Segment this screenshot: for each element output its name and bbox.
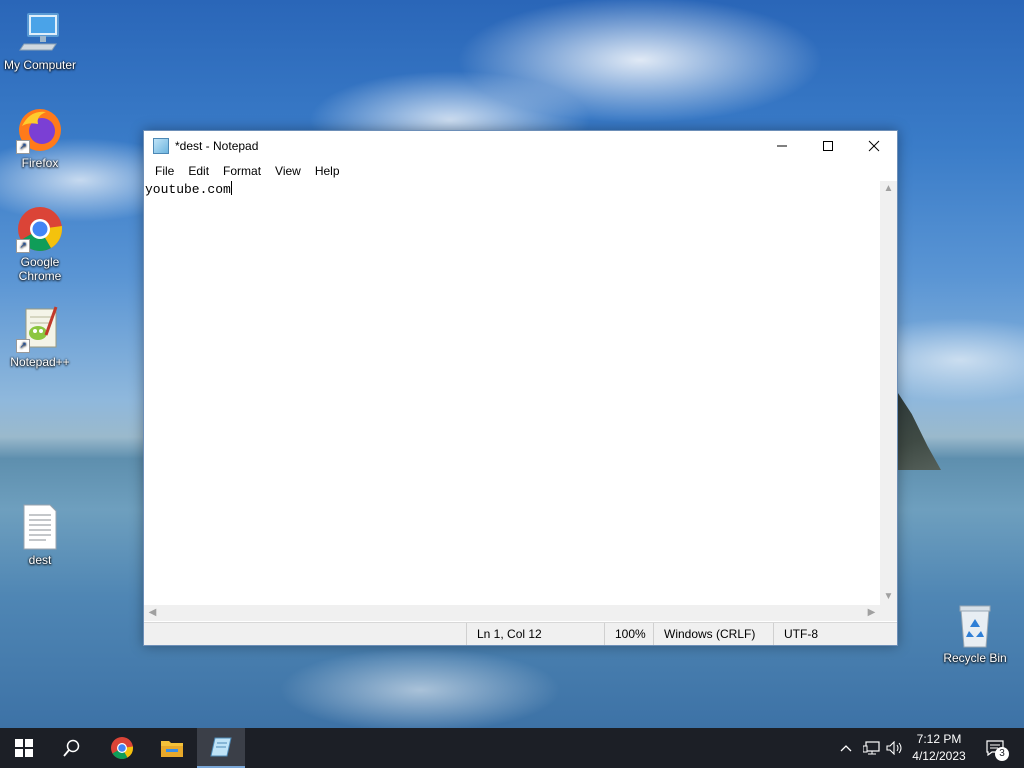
status-bar: Ln 1, Col 12 100% Windows (CRLF) UTF-8 [144,622,897,645]
status-position: Ln 1, Col 12 [466,623,605,645]
clock-time: 7:12 PM [916,732,962,746]
start-icon [15,739,33,757]
desktop-icon-label: Google Chrome [18,255,62,283]
clock-date: 4/12/2023 [912,749,966,763]
start-button[interactable] [0,728,48,768]
menu-file[interactable]: File [148,164,181,178]
minimize-icon [777,145,787,147]
menu-help[interactable]: Help [308,164,347,178]
desktop-icon-notepadpp[interactable]: ↗ Notepad++ [0,305,80,369]
menu-edit[interactable]: Edit [181,164,216,178]
close-button[interactable] [851,131,897,161]
desktop-icon-label: Notepad++ [10,355,70,369]
notepad-icon [210,737,232,757]
desktop-icon-firefox[interactable]: ↗ Firefox [0,106,80,170]
notification-count-badge: 3 [995,747,1009,761]
notepad-icon [153,138,169,154]
desktop-icon-my-computer[interactable]: My Computer [0,8,80,72]
desktop-icon-label: dest [28,553,52,567]
menu-view[interactable]: View [268,164,308,178]
chevron-up-icon [840,745,852,752]
taskbar-chrome[interactable] [98,728,146,768]
vertical-scrollbar[interactable]: ▲ ▼ [880,181,897,605]
shortcut-arrow-icon: ↗ [16,140,30,154]
taskbar: 7:12 PM 4/12/2023 3 [0,728,1024,768]
desktop-icon-recycle-bin[interactable]: Recycle Bin [935,601,1015,665]
wallpaper-cliff [896,390,941,470]
desktop-icon-google-chrome[interactable]: ↗ Google Chrome [0,205,80,283]
window-title: *dest - Notepad [175,139,259,153]
volume-icon [886,741,902,755]
menu-bar: File Edit Format View Help [144,161,897,181]
desktop-icon-label: Firefox [21,156,59,170]
taskbar-file-explorer[interactable] [148,728,196,768]
file-explorer-icon [161,741,183,757]
network-icon [863,741,880,755]
scroll-up-icon[interactable]: ▲ [880,181,897,197]
scrollbar-corner [880,605,897,621]
chrome-icon: ↗ [16,205,64,253]
search-icon [63,739,80,757]
menu-format[interactable]: Format [216,164,268,178]
notepadpp-icon: ↗ [16,305,64,353]
firefox-icon: ↗ [16,106,64,154]
scroll-down-icon[interactable]: ▼ [880,589,897,605]
scroll-right-icon[interactable]: ▶ [863,605,880,621]
text-file-icon [16,503,64,551]
network-button[interactable] [860,728,884,768]
chrome-icon [111,737,133,759]
scroll-left-icon[interactable]: ◀ [144,605,161,621]
title-bar[interactable]: *dest - Notepad [144,131,897,161]
desktop-icon-label: Recycle Bin [943,651,1007,665]
minimize-button[interactable] [759,131,805,161]
volume-button[interactable] [884,728,906,768]
desktop-icon-label: My Computer [3,58,77,72]
editor-text: youtube.com [145,182,231,197]
taskbar-clock[interactable]: 7:12 PM 4/12/2023 [906,728,972,768]
maximize-icon [823,141,833,151]
text-caret [230,181,232,195]
desktop-icon-dest[interactable]: dest [0,503,80,567]
status-encoding: UTF-8 [773,623,884,645]
horizontal-scrollbar[interactable]: ◀ ▶ [144,605,880,621]
text-editor[interactable]: youtube.com [144,181,881,605]
status-zoom: 100% [604,623,655,645]
shortcut-arrow-icon: ↗ [16,339,30,353]
action-center-button[interactable]: 3 [978,728,1012,768]
recycle-bin-icon [951,601,999,649]
notepad-window[interactable]: *dest - Notepad File Edit Format View He… [143,130,898,646]
taskbar-notepad[interactable] [197,728,245,768]
show-hidden-icons-button[interactable] [836,728,856,768]
maximize-button[interactable] [805,131,851,161]
status-line-ending: Windows (CRLF) [653,623,774,645]
close-icon [868,140,880,152]
search-button[interactable] [48,728,96,768]
shortcut-arrow-icon: ↗ [16,239,30,253]
computer-icon [16,8,64,56]
